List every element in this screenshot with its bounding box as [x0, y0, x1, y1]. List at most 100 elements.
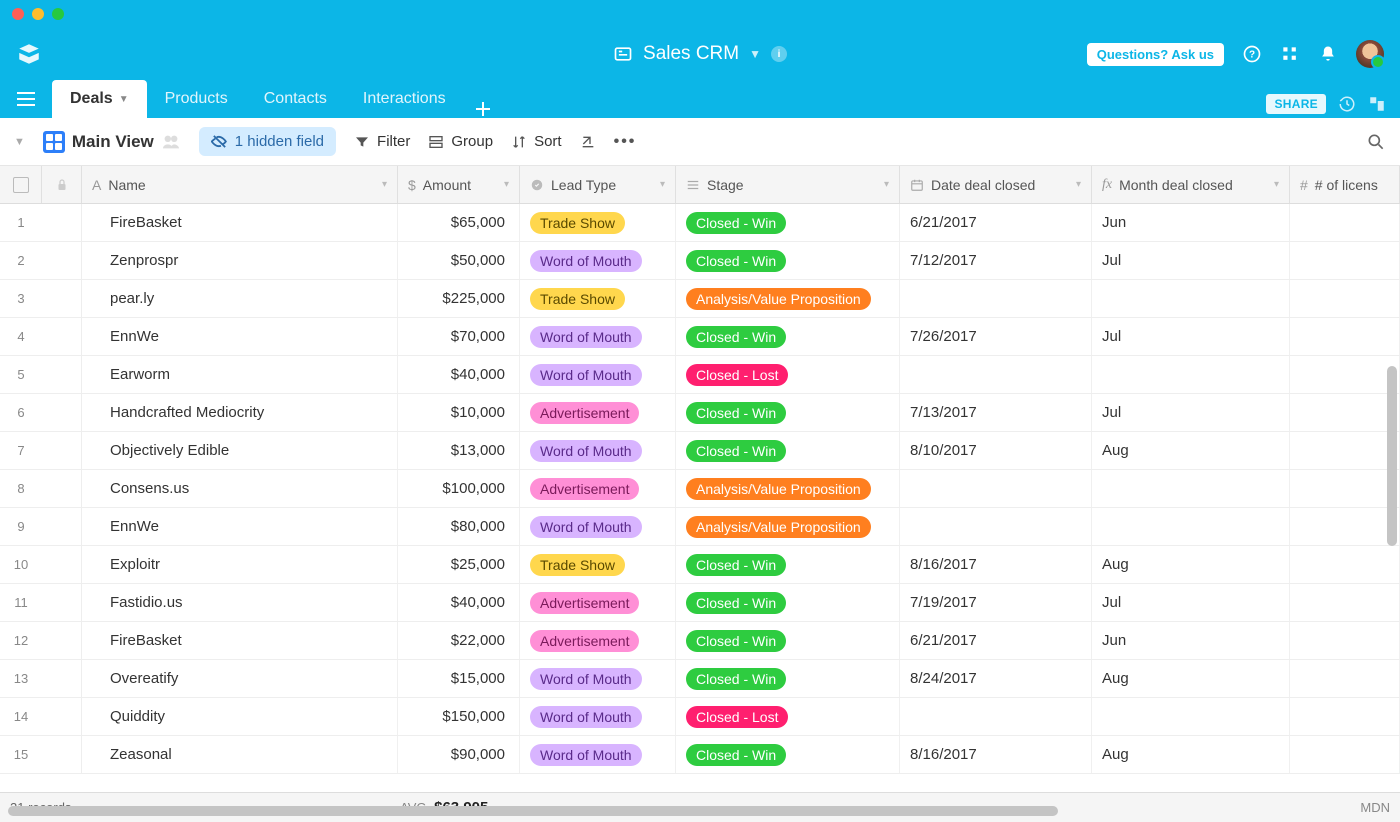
vertical-scrollbar[interactable] [1387, 366, 1397, 546]
cell-month-closed[interactable] [1092, 280, 1290, 317]
table-row[interactable]: 11Fastidio.us$40,000AdvertisementClosed … [0, 584, 1400, 622]
share-button[interactable]: SHARE [1266, 94, 1326, 114]
cell-stage[interactable]: Closed - Win [676, 736, 900, 773]
cell-licenses[interactable] [1290, 622, 1400, 659]
column-header-lead-type[interactable]: Lead Type▾ [520, 166, 676, 203]
cell-date-closed[interactable]: 8/16/2017 [900, 546, 1092, 583]
filter-button[interactable]: Filter [354, 133, 410, 150]
cell-amount[interactable]: $80,000 [398, 508, 520, 545]
cell-licenses[interactable] [1290, 432, 1400, 469]
more-options-button[interactable]: ••• [614, 133, 637, 151]
cell-licenses[interactable] [1290, 280, 1400, 317]
table-row[interactable]: 1FireBasket$65,000Trade ShowClosed - Win… [0, 204, 1400, 242]
row-number[interactable]: 12 [0, 622, 42, 659]
cell-lead-type[interactable]: Trade Show [520, 280, 676, 317]
cell-date-closed[interactable]: 8/16/2017 [900, 736, 1092, 773]
cell-month-closed[interactable] [1092, 470, 1290, 507]
sort-button[interactable]: Sort [511, 133, 562, 150]
table-row[interactable]: 8Consens.us$100,000AdvertisementAnalysis… [0, 470, 1400, 508]
row-number[interactable]: 5 [0, 356, 42, 393]
ask-question-button[interactable]: Questions? Ask us [1087, 43, 1224, 66]
cell-date-closed[interactable] [900, 356, 1092, 393]
cell-stage[interactable]: Closed - Win [676, 204, 900, 241]
cell-month-closed[interactable]: Jul [1092, 584, 1290, 621]
cell-licenses[interactable] [1290, 546, 1400, 583]
cell-month-closed[interactable] [1092, 698, 1290, 735]
cell-lead-type[interactable]: Advertisement [520, 584, 676, 621]
cell-date-closed[interactable]: 7/26/2017 [900, 318, 1092, 355]
row-number[interactable]: 3 [0, 280, 42, 317]
cell-amount[interactable]: $100,000 [398, 470, 520, 507]
cell-licenses[interactable] [1290, 584, 1400, 621]
cell-name[interactable]: Consens.us [82, 470, 398, 507]
cell-name[interactable]: Objectively Edible [82, 432, 398, 469]
cell-lead-type[interactable]: Trade Show [520, 546, 676, 583]
cell-stage[interactable]: Closed - Win [676, 584, 900, 621]
cell-amount[interactable]: $13,000 [398, 432, 520, 469]
cell-date-closed[interactable]: 7/13/2017 [900, 394, 1092, 431]
cell-stage[interactable]: Closed - Win [676, 546, 900, 583]
column-header-date-closed[interactable]: Date deal closed▾ [900, 166, 1092, 203]
cell-stage[interactable]: Analysis/Value Proposition [676, 508, 900, 545]
column-header-amount[interactable]: $Amount▾ [398, 166, 520, 203]
cell-month-closed[interactable] [1092, 508, 1290, 545]
cell-amount[interactable]: $70,000 [398, 318, 520, 355]
cell-lead-type[interactable]: Trade Show [520, 204, 676, 241]
cell-licenses[interactable] [1290, 242, 1400, 279]
zoom-window-icon[interactable] [52, 8, 64, 20]
cell-name[interactable]: Fastidio.us [82, 584, 398, 621]
row-number[interactable]: 13 [0, 660, 42, 697]
cell-amount[interactable]: $22,000 [398, 622, 520, 659]
row-number[interactable]: 8 [0, 470, 42, 507]
cell-amount[interactable]: $225,000 [398, 280, 520, 317]
cell-licenses[interactable] [1290, 204, 1400, 241]
column-header-name[interactable]: AName▾ [82, 166, 398, 203]
table-row[interactable]: 12FireBasket$22,000AdvertisementClosed -… [0, 622, 1400, 660]
group-button[interactable]: Group [428, 133, 493, 150]
search-button[interactable] [1366, 132, 1386, 152]
cell-amount[interactable]: $40,000 [398, 356, 520, 393]
table-row[interactable]: 4EnnWe$70,000Word of MouthClosed - Win7/… [0, 318, 1400, 356]
cell-month-closed[interactable]: Jul [1092, 242, 1290, 279]
cell-stage[interactable]: Closed - Win [676, 432, 900, 469]
cell-lead-type[interactable]: Advertisement [520, 394, 676, 431]
select-all-checkbox[interactable] [0, 166, 42, 203]
table-row[interactable]: 5Earworm$40,000Word of MouthClosed - Los… [0, 356, 1400, 394]
row-number[interactable]: 9 [0, 508, 42, 545]
history-icon[interactable] [1338, 95, 1356, 113]
cell-name[interactable]: Exploitr [82, 546, 398, 583]
cell-date-closed[interactable]: 7/19/2017 [900, 584, 1092, 621]
cell-lead-type[interactable]: Word of Mouth [520, 242, 676, 279]
tab-interactions[interactable]: Interactions [345, 80, 464, 118]
share-view-button[interactable] [580, 134, 596, 150]
cell-date-closed[interactable]: 8/10/2017 [900, 432, 1092, 469]
cell-stage[interactable]: Closed - Win [676, 660, 900, 697]
cell-lead-type[interactable]: Advertisement [520, 470, 676, 507]
cell-name[interactable]: Overeatify [82, 660, 398, 697]
base-info-icon[interactable]: i [771, 46, 787, 62]
cell-month-closed[interactable]: Jul [1092, 318, 1290, 355]
cell-lead-type[interactable]: Word of Mouth [520, 660, 676, 697]
cell-amount[interactable]: $15,000 [398, 660, 520, 697]
cell-amount[interactable]: $90,000 [398, 736, 520, 773]
row-number[interactable]: 7 [0, 432, 42, 469]
cell-stage[interactable]: Closed - Win [676, 394, 900, 431]
cell-stage[interactable]: Closed - Win [676, 242, 900, 279]
cell-month-closed[interactable]: Aug [1092, 736, 1290, 773]
base-title[interactable]: Sales CRM [643, 43, 739, 65]
table-row[interactable]: 6Handcrafted Mediocrity$10,000Advertisem… [0, 394, 1400, 432]
cell-month-closed[interactable]: Aug [1092, 546, 1290, 583]
table-row[interactable]: 10Exploitr$25,000Trade ShowClosed - Win8… [0, 546, 1400, 584]
cell-name[interactable]: Handcrafted Mediocrity [82, 394, 398, 431]
tab-products[interactable]: Products [147, 80, 246, 118]
tab-deals[interactable]: Deals▼ [52, 80, 147, 118]
cell-amount[interactable]: $65,000 [398, 204, 520, 241]
tab-contacts[interactable]: Contacts [246, 80, 345, 118]
row-number[interactable]: 2 [0, 242, 42, 279]
cell-name[interactable]: Zenprospr [82, 242, 398, 279]
cell-month-closed[interactable]: Aug [1092, 660, 1290, 697]
cell-name[interactable]: Earworm [82, 356, 398, 393]
row-number[interactable]: 14 [0, 698, 42, 735]
cell-amount[interactable]: $40,000 [398, 584, 520, 621]
help-icon[interactable]: ? [1242, 44, 1262, 64]
